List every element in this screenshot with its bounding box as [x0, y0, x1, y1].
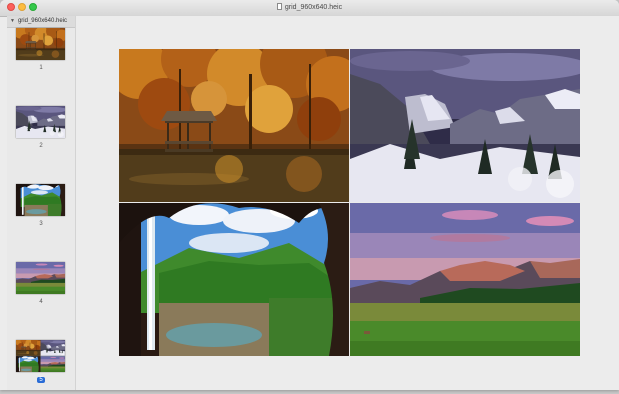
- grid-tile-snowy-mountains: [350, 49, 580, 202]
- thumbnail-number: 1: [39, 65, 43, 71]
- image-grid[interactable]: [119, 49, 580, 356]
- preview-window: grid_960x640.heic ▼ grid_960x640.heic 1 2…: [0, 0, 619, 390]
- snowy-mountains-image: [350, 49, 580, 202]
- thumbnail-number-selected: 5: [7, 377, 75, 383]
- thumbnail-image-2[interactable]: [16, 106, 65, 138]
- meadow-sunset-image: [350, 203, 580, 356]
- thumbnail-image-4[interactable]: [16, 262, 65, 294]
- thumbnail-number: 2: [39, 143, 43, 149]
- selected-page-badge: 5: [37, 377, 45, 383]
- image-canvas[interactable]: [76, 16, 619, 390]
- sidebar-header-label: grid_960x640.heic: [17, 18, 67, 24]
- waterfall-image: [119, 203, 349, 356]
- autumn-forest-image: [119, 49, 349, 202]
- sidebar-header[interactable]: ▼ grid_960x640.heic: [7, 16, 75, 28]
- thumbnail-image-1[interactable]: [16, 28, 65, 60]
- document-icon: [276, 3, 282, 10]
- disclosure-triangle-icon[interactable]: ▼: [10, 16, 15, 27]
- window-title-text: grid_960x640.heic: [284, 4, 343, 11]
- thumbnail-sidebar[interactable]: ▼ grid_960x640.heic 1 2 3 4 5: [7, 16, 76, 390]
- title-bar[interactable]: grid_960x640.heic: [0, 0, 619, 17]
- thumbnail-image-5[interactable]: [16, 340, 65, 372]
- window-title: grid_960x640.heic: [0, 0, 619, 16]
- grid-tile-autumn-forest: [119, 49, 349, 202]
- thumbnail-number: 4: [39, 299, 43, 305]
- grid-tile-waterfall: [119, 203, 349, 356]
- grid-tile-meadow: [350, 203, 580, 356]
- thumbnail-image-3[interactable]: [16, 184, 65, 216]
- thumbnail-number: 3: [39, 221, 43, 227]
